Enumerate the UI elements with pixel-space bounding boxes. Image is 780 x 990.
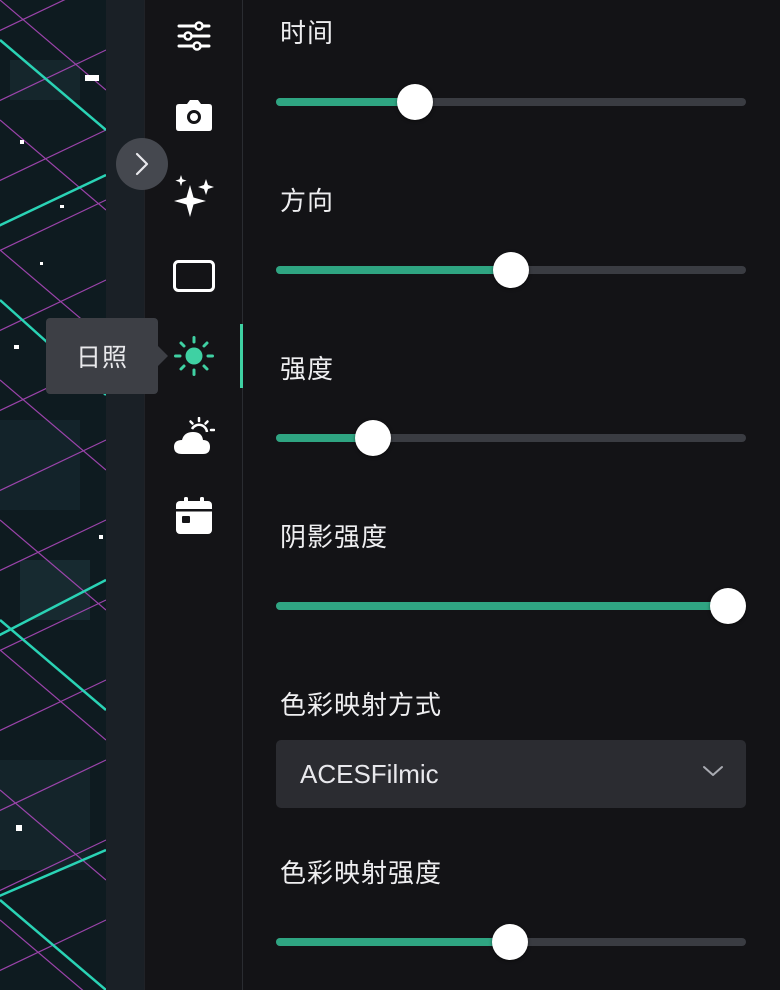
app-root: 日照 时间 方向 强度 阴影强度 色彩映射方式 ACESFilmic 色彩映射强… bbox=[0, 0, 780, 990]
slider-thumb[interactable] bbox=[492, 924, 529, 960]
rail-item-calendar[interactable] bbox=[145, 484, 243, 548]
rail-item-camera[interactable] bbox=[145, 84, 243, 148]
map-viewport[interactable] bbox=[0, 0, 106, 990]
expand-panel-button[interactable] bbox=[116, 138, 168, 190]
camera-icon bbox=[176, 100, 212, 131]
tone-mapping-value: ACESFilmic bbox=[300, 758, 439, 789]
tone-mapping-exposure-label: 色彩映射强度 bbox=[280, 859, 443, 889]
time-label: 时间 bbox=[280, 19, 335, 49]
slider-thumb[interactable] bbox=[355, 420, 392, 456]
rail-item-settings[interactable] bbox=[145, 4, 243, 68]
map-grid bbox=[0, 0, 106, 990]
slider-thumb[interactable] bbox=[493, 252, 529, 288]
intensity-slider[interactable] bbox=[276, 420, 746, 456]
shadow-intensity-slider[interactable] bbox=[276, 588, 747, 624]
chevron-right-icon bbox=[135, 152, 149, 176]
tone-mapping-select[interactable]: ACESFilmic bbox=[276, 740, 746, 808]
direction-label: 方向 bbox=[280, 187, 335, 217]
calendar-icon bbox=[176, 497, 212, 534]
chevron-down-icon bbox=[703, 766, 723, 776]
partly-cloudy-icon bbox=[174, 417, 215, 454]
slider-thumb[interactable] bbox=[710, 588, 747, 624]
time-slider[interactable] bbox=[276, 84, 746, 120]
tooltip-arrow bbox=[158, 346, 168, 366]
sunlight-settings-panel: 时间 方向 强度 阴影强度 色彩映射方式 ACESFilmic 色彩映射强度 bbox=[244, 0, 780, 990]
direction-slider[interactable] bbox=[276, 252, 746, 288]
active-indicator bbox=[240, 324, 243, 388]
slider-thumb[interactable] bbox=[396, 84, 433, 120]
slider-fill bbox=[276, 98, 415, 106]
rail-item-frame[interactable] bbox=[145, 244, 243, 308]
intensity-label: 强度 bbox=[280, 355, 335, 385]
sliders-icon bbox=[177, 21, 211, 51]
sparkles-icon bbox=[174, 175, 214, 217]
tooltip-label: 日照 bbox=[75, 343, 128, 372]
slider-fill bbox=[276, 938, 511, 946]
tone-mapping-exposure-slider[interactable] bbox=[276, 924, 746, 960]
shadow-intensity-label: 阴影强度 bbox=[280, 523, 389, 553]
rectangle-icon bbox=[173, 260, 215, 292]
tooltip: 日照 bbox=[46, 318, 158, 394]
tone-mapping-label: 色彩映射方式 bbox=[280, 691, 443, 721]
sun-icon bbox=[174, 336, 214, 376]
slider-fill bbox=[276, 266, 511, 274]
slider-fill bbox=[276, 602, 729, 610]
rail-item-weather[interactable] bbox=[145, 404, 243, 468]
